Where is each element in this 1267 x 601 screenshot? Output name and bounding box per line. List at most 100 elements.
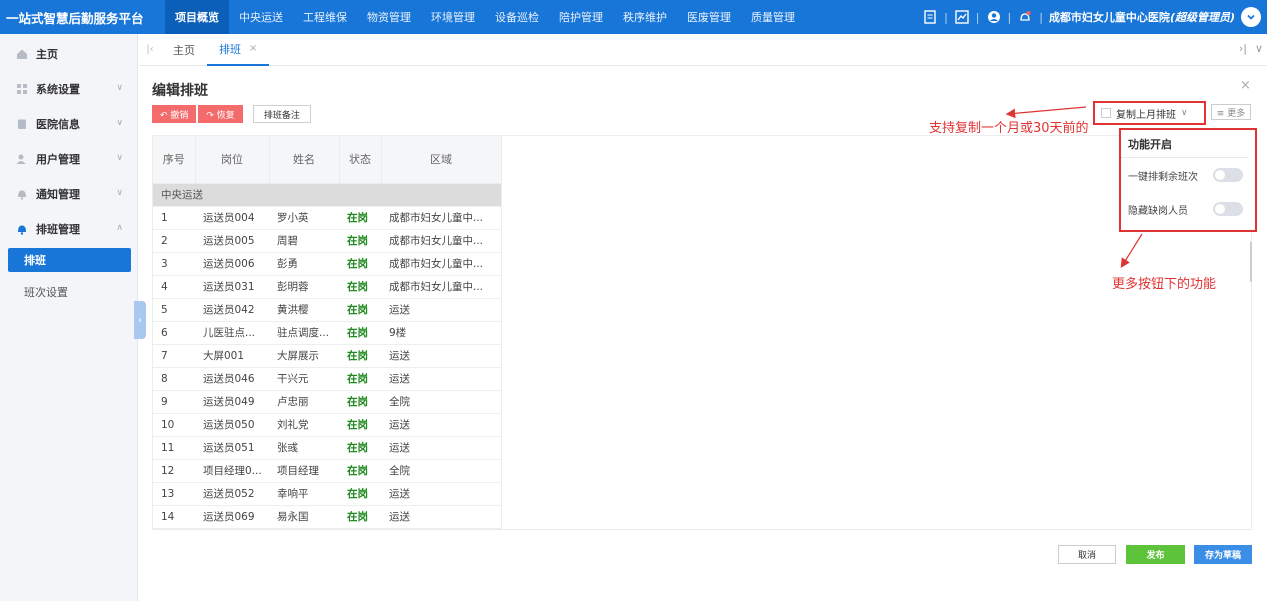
document-icon[interactable] [922, 9, 938, 25]
table-row[interactable]: 6 儿医驻点... 驻点调度... 在岗 9楼 [153, 321, 501, 345]
cell-post: 运送员050 [195, 413, 269, 437]
cell-name: 刘礼党 [269, 413, 339, 437]
table-row[interactable]: 13 运送员052 幸响平 在岗 运送 [153, 482, 501, 506]
scroll-right-icon[interactable]: ›| [1239, 42, 1247, 55]
table-row[interactable]: 5 运送员042 黄洪樱 在岗 运送 [153, 298, 501, 322]
nav-materials[interactable]: 物资管理 [357, 0, 421, 34]
annotation-more-note: 更多按钮下的功能 [1112, 277, 1217, 292]
sidebar-subitem-schedule[interactable]: 排班 [8, 248, 131, 272]
nav-quality[interactable]: 质量管理 [741, 0, 805, 34]
tab-schedule[interactable]: 排班 × [207, 34, 270, 66]
chevron-down-icon: ∨ [1181, 108, 1188, 118]
sidebar-item-home[interactable]: 主页 [0, 36, 137, 71]
table-row[interactable]: 1 运送员004 罗小英 在岗 成都市妇女儿童中... [153, 206, 501, 230]
chevron-down-icon: ∨ [116, 118, 123, 128]
group-row: 中央运送 [153, 183, 501, 207]
sidebar-collapse-handle[interactable]: ‹ [134, 301, 146, 339]
chevron-down-icon[interactable] [1241, 7, 1261, 27]
cell-name: 项目经理 [269, 459, 339, 483]
cell-post: 运送员052 [195, 482, 269, 506]
option-label: 隐藏缺岗人员 [1128, 205, 1188, 217]
publish-button[interactable]: 发布 [1126, 545, 1185, 564]
tab-home[interactable]: 主页 [161, 34, 207, 66]
home-icon [16, 48, 28, 60]
table-row[interactable]: 12 项目经理0... 项目经理 在岗 全院 [153, 459, 501, 483]
cell-name: 易永国 [269, 505, 339, 529]
cell-name: 干兴元 [269, 367, 339, 391]
cell-status: 在岗 [339, 482, 381, 506]
close-icon[interactable]: × [249, 43, 257, 54]
cell-index: 9 [153, 390, 195, 414]
copy-last-month-select[interactable]: 复制上月排班 ∨ [1093, 101, 1206, 125]
top-nav: 项目概览 中央运送 工程维保 物资管理 环境管理 设备巡检 陪护管理 秩序维护 … [165, 0, 805, 34]
sidebar-item-schedule-management[interactable]: 排班管理 ∧ [0, 211, 137, 246]
nav-environment[interactable]: 环境管理 [421, 0, 485, 34]
schedule-notes-button[interactable]: 排班备注 [252, 105, 311, 123]
bell-icon[interactable] [1017, 9, 1033, 25]
nav-escort[interactable]: 陪护管理 [549, 0, 613, 34]
sidebar-item-notifications[interactable]: 通知管理 ∨ [0, 176, 137, 211]
more-button[interactable]: ≡ 更多 [1211, 104, 1251, 120]
cell-status: 在岗 [339, 275, 381, 299]
toggle-switch[interactable] [1213, 168, 1243, 182]
cell-index: 6 [153, 321, 195, 345]
separator: | [944, 10, 948, 24]
sidebar-item-label: 通知管理 [36, 187, 80, 201]
cell-post: 项目经理0... [195, 459, 269, 483]
nav-project-overview[interactable]: 项目概览 [165, 0, 229, 34]
table-row[interactable]: 3 运送员006 彭勇 在岗 成都市妇女儿童中... [153, 252, 501, 276]
topbar-actions: | | | | 成都市妇女儿童中心医院(超级管理员) [922, 0, 1261, 34]
sidebar-item-user-management[interactable]: 用户管理 ∨ [0, 141, 137, 176]
chevron-up-icon: ∧ [116, 223, 123, 233]
chevron-down-icon: ∨ [116, 188, 123, 198]
cell-area: 运送 [381, 344, 501, 368]
org-name: 成都市妇女儿童中心医院 [1048, 11, 1170, 24]
save-draft-button[interactable]: 存为草稿 [1194, 545, 1252, 564]
org-role: (超级管理员) [1169, 11, 1235, 24]
chart-icon[interactable] [954, 9, 970, 25]
cell-post: 运送员051 [195, 436, 269, 460]
cell-index: 11 [153, 436, 195, 460]
nav-equipment-inspection[interactable]: 设备巡检 [485, 0, 549, 34]
redo-button[interactable]: ↷ 恢复 [198, 105, 243, 123]
schedule-table: 序号 岗位 姓名 状态 区域 中央运送 1 运送员004 罗小英 在岗 成都市妇女儿童中… [152, 135, 1252, 530]
sidebar-item-label: 系统设置 [36, 82, 80, 96]
cell-name: 罗小英 [269, 206, 339, 230]
nav-central-transport[interactable]: 中央运送 [229, 0, 293, 34]
nav-engineering-maintenance[interactable]: 工程维保 [293, 0, 357, 34]
sidebar-item-system-settings[interactable]: 系统设置 ∨ [0, 71, 137, 106]
nav-medical-waste[interactable]: 医废管理 [677, 0, 741, 34]
table-row[interactable]: 10 运送员050 刘礼党 在岗 运送 [153, 413, 501, 437]
scrollbar[interactable] [1250, 242, 1252, 282]
sidebar-item-hospital-info[interactable]: 医院信息 ∨ [0, 106, 137, 141]
more-panel-title: 功能开启 [1121, 130, 1249, 158]
cell-post: 运送员049 [195, 390, 269, 414]
copy-checkbox[interactable] [1101, 108, 1111, 118]
cell-index: 1 [153, 206, 195, 230]
toggle-switch[interactable] [1213, 202, 1243, 216]
cell-area: 成都市妇女儿童中... [381, 229, 501, 253]
table-row[interactable]: 7 大屏001 大屏展示 在岗 运送 [153, 344, 501, 368]
table-row[interactable]: 9 运送员049 卢忠丽 在岗 全院 [153, 390, 501, 414]
close-icon[interactable]: × [1240, 78, 1251, 93]
cell-area: 运送 [381, 298, 501, 322]
table-row[interactable]: 4 运送员031 彭明蓉 在岗 成都市妇女儿童中... [153, 275, 501, 299]
user-circle-icon[interactable] [986, 9, 1002, 25]
scroll-left-icon[interactable]: |‹ [139, 44, 161, 55]
users-icon [16, 153, 28, 165]
sidebar-item-label: 用户管理 [36, 152, 80, 166]
cell-status: 在岗 [339, 505, 381, 529]
nav-order-maintenance[interactable]: 秩序维护 [613, 0, 677, 34]
cancel-button[interactable]: 取消 [1058, 545, 1116, 564]
sidebar-item-label: 医院信息 [36, 117, 80, 131]
chevron-down-icon[interactable]: ∨ [1255, 42, 1263, 55]
table-row[interactable]: 8 运送员046 干兴元 在岗 运送 [153, 367, 501, 391]
undo-button[interactable]: ↶ 撤销 [152, 105, 197, 123]
sidebar-subitem-shift-settings[interactable]: 班次设置 [8, 280, 131, 304]
table-row[interactable]: 14 运送员069 易永国 在岗 运送 [153, 505, 501, 529]
option-label: 一键排剩余班次 [1128, 171, 1198, 183]
table-row[interactable]: 11 运送员051 张彧 在岗 运送 [153, 436, 501, 460]
cell-area: 成都市妇女儿童中... [381, 275, 501, 299]
table-row[interactable]: 2 运送员005 周碧 在岗 成都市妇女儿童中... [153, 229, 501, 253]
cell-index: 4 [153, 275, 195, 299]
